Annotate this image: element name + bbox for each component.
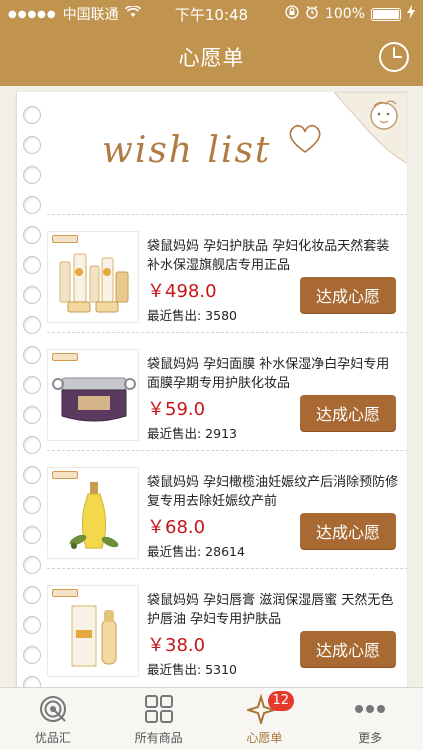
- tab-all-products[interactable]: 所有商品: [106, 688, 212, 750]
- tab-wishlist[interactable]: 12 心愿单: [212, 688, 318, 750]
- product-image[interactable]: [47, 585, 139, 677]
- product-image[interactable]: [47, 349, 139, 441]
- product-image[interactable]: [47, 467, 139, 559]
- wishlist-header: wish list: [47, 92, 407, 214]
- signal-strength-icon: ●●●●●: [8, 8, 57, 20]
- product-image[interactable]: [47, 231, 139, 323]
- product-price: ￥38.0: [147, 635, 206, 656]
- notebook-rings: [17, 92, 47, 687]
- tab-bar: 优品汇 所有商品 12 心愿单 更多: [0, 687, 423, 750]
- tab-more[interactable]: 更多: [317, 688, 423, 750]
- product-title[interactable]: 袋鼠妈妈 孕妇橄榄油妊娠纹产后消除预防修复专用去除妊娠纹产前: [147, 473, 399, 511]
- fulfill-wish-button[interactable]: 达成心愿: [300, 513, 396, 549]
- wishlist-count-badge: 12: [267, 691, 295, 711]
- product-title[interactable]: 袋鼠妈妈 孕妇面膜 补水保湿净白孕妇专用面膜孕期专用护肤化妆品: [147, 355, 399, 393]
- product-price: ￥498.0: [147, 281, 217, 302]
- brand-logo: [52, 235, 78, 243]
- wishlist-notebook[interactable]: wish list 袋鼠妈妈 孕妇护肤品 孕妇化妆品天然套装补水保湿旗舰店专用正…: [16, 92, 407, 687]
- recent-sales: 最近售出: 28614: [147, 544, 245, 559]
- brand-logo: [52, 471, 78, 479]
- battery-percent: 100%: [324, 6, 365, 22]
- wish-list-heading: wish list: [102, 130, 272, 171]
- baby-doodle-icon: [334, 92, 407, 164]
- recent-sales: 最近售出: 2913: [147, 426, 237, 441]
- recent-sales: 最近售出: 3580: [147, 308, 237, 323]
- alarm-icon: [305, 5, 319, 23]
- fulfill-wish-button[interactable]: 达成心愿: [300, 277, 396, 313]
- orientation-lock-icon: [285, 5, 299, 23]
- product-title[interactable]: 袋鼠妈妈 孕妇护肤品 孕妇化妆品天然套装补水保湿旗舰店专用正品: [147, 237, 399, 275]
- tab-label: 所有商品: [134, 731, 183, 745]
- brand-logo: [52, 353, 78, 361]
- battery-icon: [371, 7, 401, 21]
- wishlist-item[interactable]: 袋鼠妈妈 孕妇面膜 补水保湿净白孕妇专用面膜孕期专用护肤化妆品 ￥59.0 最近…: [47, 332, 407, 450]
- fulfill-wish-button[interactable]: 达成心愿: [300, 631, 396, 667]
- navigation-bar: 心愿单: [0, 28, 423, 86]
- tab-label: 更多: [358, 731, 383, 745]
- wishlist-item[interactable]: 袋鼠妈妈 孕妇唇膏 滋润保湿唇蜜 天然无色护唇油 孕妇专用护肤品 ￥38.0 最…: [47, 568, 407, 686]
- brand-logo: [52, 589, 78, 597]
- tab-featured[interactable]: 优品汇: [0, 688, 106, 750]
- wishlist-item[interactable]: 袋鼠妈妈 孕妇护肤品 孕妇化妆品天然套装补水保湿旗舰店专用正品 ￥498.0 最…: [47, 214, 407, 332]
- product-title[interactable]: 袋鼠妈妈 孕妇唇膏 滋润保湿唇蜜 天然无色护唇油 孕妇专用护肤品: [147, 591, 399, 629]
- page-title: 心愿单: [178, 46, 245, 70]
- charging-icon: [407, 5, 415, 23]
- product-price: ￥68.0: [147, 517, 206, 538]
- target-icon: [39, 696, 66, 722]
- grid-icon: [144, 695, 173, 723]
- recent-sales: 最近售出: 5310: [147, 662, 237, 677]
- carrier-name: 中国联通: [62, 7, 119, 23]
- wishlist-item[interactable]: 袋鼠妈妈 孕妇橄榄油妊娠纹产后消除预防修复专用去除妊娠纹产前 ￥68.0 最近售…: [47, 450, 407, 568]
- wifi-icon: [124, 5, 141, 22]
- tab-label: 优品汇: [34, 731, 71, 745]
- fulfill-wish-button[interactable]: 达成心愿: [300, 395, 396, 431]
- history-button[interactable]: [377, 40, 411, 74]
- heart-icon: [289, 124, 321, 153]
- clock-icon: [379, 42, 409, 72]
- more-dots-icon: [355, 705, 386, 713]
- product-price: ￥59.0: [147, 399, 206, 420]
- tab-label: 心愿单: [246, 731, 283, 745]
- status-bar: ●●●●● 中国联通 下午10:48 100%: [0, 0, 423, 28]
